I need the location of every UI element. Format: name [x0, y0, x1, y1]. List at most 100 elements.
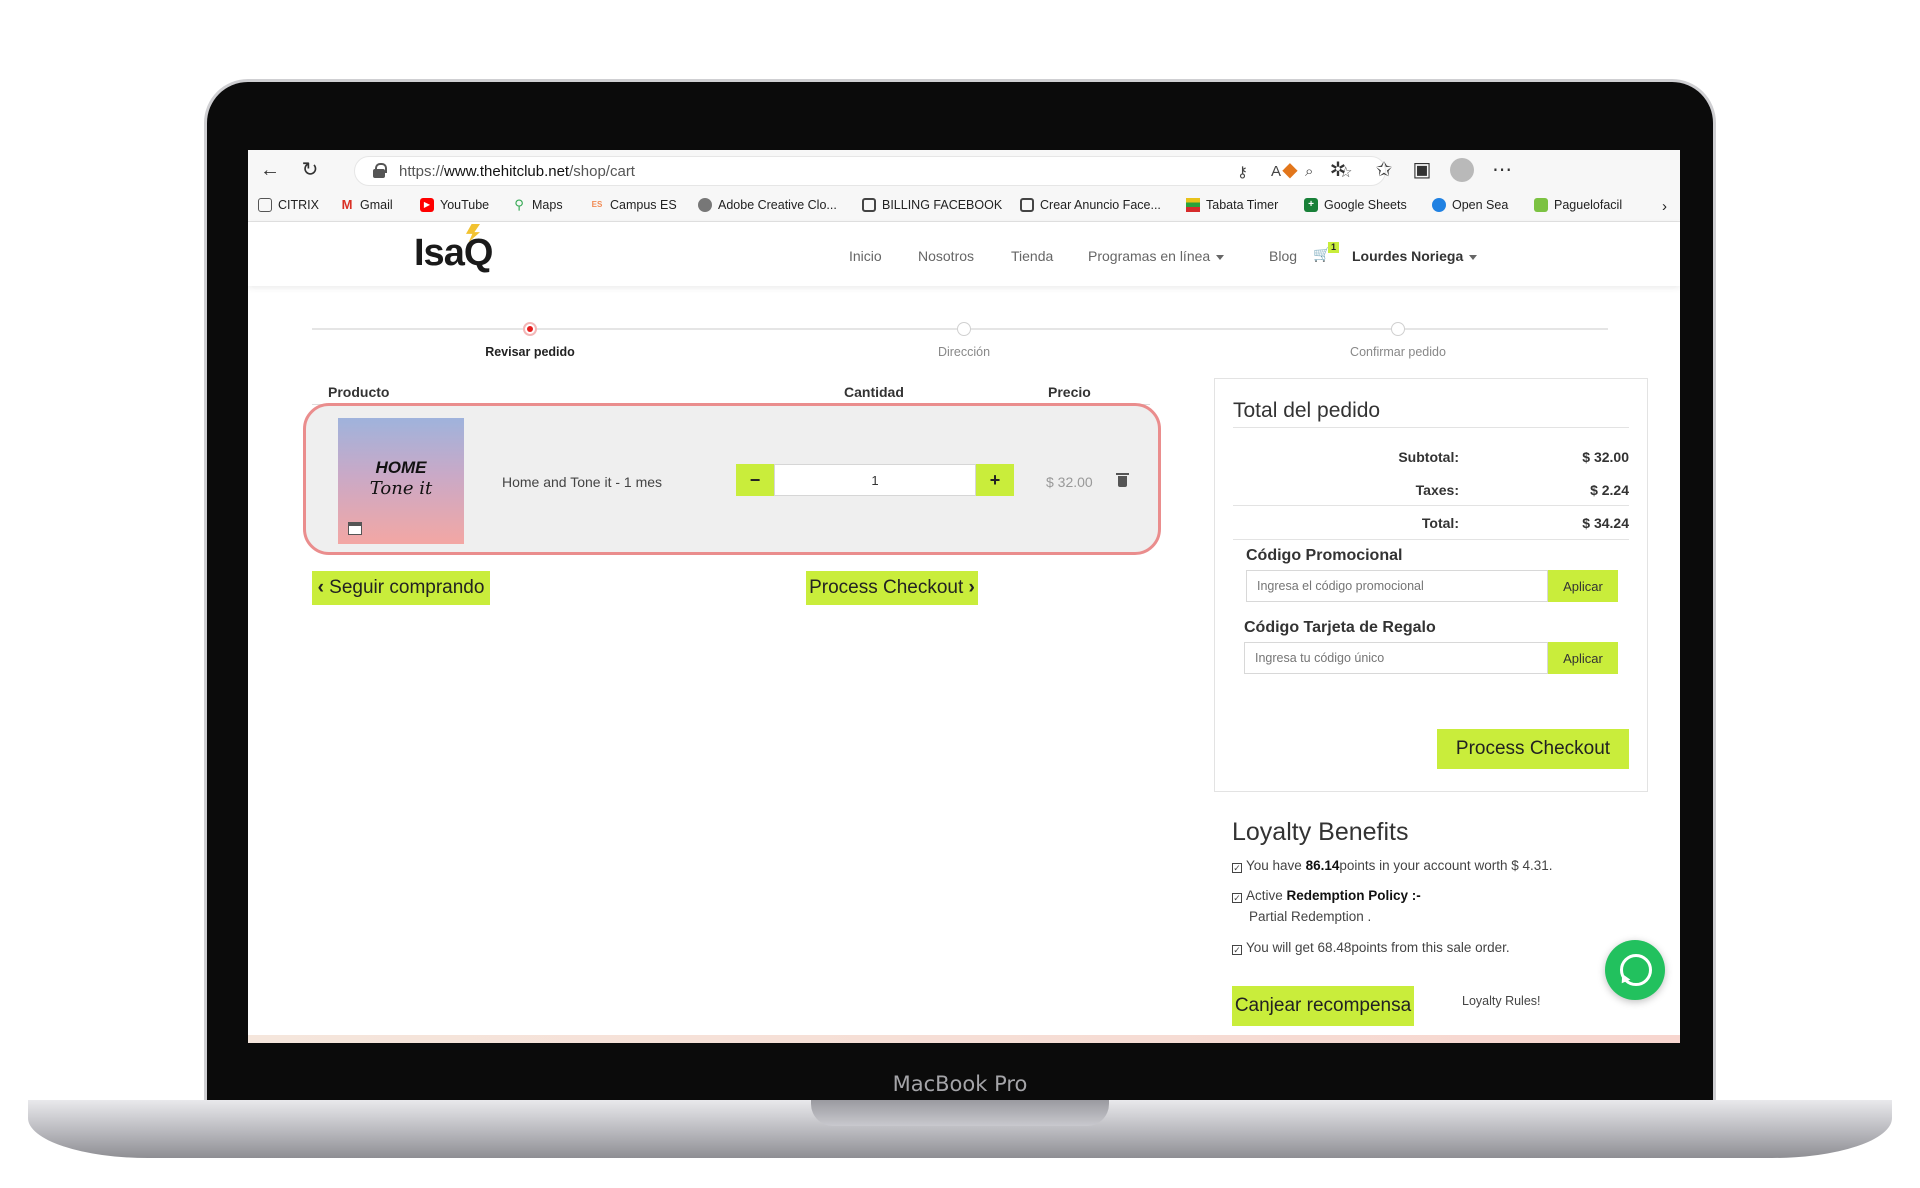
promo-code-input[interactable]: [1246, 570, 1548, 602]
profile-avatar-icon[interactable]: [1450, 158, 1474, 182]
promo-code-title: Código Promocional: [1246, 547, 1403, 564]
process-checkout-button[interactable]: Process Checkout ›: [806, 571, 978, 605]
site-header: IsaQ Inicio Nosotros Tienda Programas en…: [248, 222, 1680, 286]
extensions-icon[interactable]: ✲: [1326, 158, 1350, 182]
billing-icon: [862, 198, 876, 212]
zoom-icon[interactable]: ⌕: [1305, 163, 1313, 180]
device-label: MacBook Pro: [892, 1072, 1028, 1096]
process-checkout-label: Process Checkout: [809, 577, 964, 598]
step-dot-review: [523, 322, 537, 336]
loyalty-rules-link[interactable]: Loyalty Rules!: [1462, 994, 1541, 1008]
opensea-icon: [1432, 198, 1446, 212]
checkbox-icon: ✓: [1232, 945, 1242, 955]
page-bottom-strip: [248, 1035, 1680, 1043]
item-price: $ 32.00: [1046, 474, 1093, 490]
product-image[interactable]: HOME Tone it: [338, 418, 464, 544]
nav-programas[interactable]: Programas en línea: [1088, 248, 1225, 264]
user-menu[interactable]: Lourdes Noriega: [1352, 248, 1478, 264]
chevron-left-icon: ‹: [317, 577, 330, 598]
bookmarks-more-chevron-icon[interactable]: ›: [1662, 198, 1667, 215]
step-dot-address: [957, 322, 971, 336]
campus-icon: ES: [591, 200, 603, 209]
nav-programas-label: Programas en línea: [1088, 248, 1211, 264]
adobe-icon: [698, 198, 712, 212]
total-value: $ 34.24: [1582, 515, 1629, 531]
column-header-product: Producto: [328, 384, 390, 400]
browser-nav-row: ← ↻ https://www.thehitclub.net/shop/cart…: [248, 150, 1680, 190]
redeem-reward-button[interactable]: Canjear recompensa: [1232, 986, 1414, 1026]
cart-count-badge: 1: [1328, 242, 1339, 253]
timer-icon: [1186, 198, 1200, 212]
column-header-price: Precio: [1048, 384, 1091, 400]
gift-card-input[interactable]: [1244, 642, 1548, 674]
more-menu-icon[interactable]: ⋯: [1490, 158, 1514, 182]
bookmark-item[interactable]: + Google Sheets: [1304, 198, 1407, 212]
nav-nosotros[interactable]: Nosotros: [918, 248, 974, 264]
bookmark-item[interactable]: Adobe Creative Clo...: [698, 198, 837, 212]
reload-icon[interactable]: ↻: [298, 158, 322, 182]
divider: [1233, 427, 1629, 428]
trash-icon[interactable]: [1116, 473, 1129, 487]
divider: [1233, 505, 1629, 506]
column-header-quantity: Cantidad: [844, 384, 904, 400]
whatsapp-icon[interactable]: [1605, 940, 1665, 1000]
summary-process-checkout-button[interactable]: Process Checkout: [1437, 729, 1629, 769]
ad-icon: [1020, 198, 1034, 212]
continue-shopping-button[interactable]: ‹ Seguir comprando: [312, 571, 490, 605]
bookmark-item[interactable]: Tabata Timer: [1186, 198, 1278, 212]
step-label-review: Revisar pedido: [485, 345, 575, 359]
url-text: https://www.thehitclub.net/shop/cart: [399, 163, 635, 180]
site-logo[interactable]: IsaQ: [414, 232, 493, 275]
loyalty-earn-line: ✓ You will get 68.48points from this sale…: [1232, 940, 1510, 955]
gmail-icon: M: [341, 197, 353, 212]
order-summary-card: Total del pedido Subtotal: $ 32.00 Taxes…: [1214, 378, 1648, 792]
continue-shopping-label: Seguir comprando: [329, 577, 485, 598]
quantity-decrease-button[interactable]: −: [736, 464, 774, 496]
taxes-label: Taxes:: [1415, 482, 1459, 498]
apply-promo-button[interactable]: Aplicar: [1548, 570, 1618, 602]
bookmark-item[interactable]: Paguelofacil: [1534, 198, 1622, 212]
bookmark-item[interactable]: ⚲ Maps: [512, 197, 562, 213]
laptop-notch: [811, 1100, 1109, 1126]
step-dot-confirm: [1391, 322, 1405, 336]
product-image-subtitle: Tone it: [369, 478, 433, 499]
maps-icon: ⚲: [514, 197, 524, 212]
key-icon[interactable]: ⚷: [1237, 163, 1248, 181]
loyalty-points-line: ✓ You have 86.14points in your account wo…: [1232, 858, 1553, 873]
chevron-down-icon: [1216, 254, 1225, 260]
metamask-icon[interactable]: ◆: [1278, 158, 1302, 182]
back-arrow-icon[interactable]: ←: [258, 158, 282, 182]
paguelofacil-icon: [1534, 198, 1548, 212]
favorites-icon[interactable]: ✩: [1372, 158, 1396, 182]
product-name[interactable]: Home and Tone it - 1 mes: [502, 474, 662, 490]
subtotal-label: Subtotal:: [1398, 449, 1459, 465]
quantity-input[interactable]: [774, 464, 976, 496]
step-label-confirm: Confirmar pedido: [1350, 345, 1446, 359]
collections-icon[interactable]: ▣: [1410, 158, 1434, 182]
nav-blog[interactable]: Blog: [1269, 248, 1297, 264]
divider: [1233, 539, 1629, 540]
screen: ← ↻ https://www.thehitclub.net/shop/cart…: [248, 150, 1680, 1043]
bookmark-item[interactable]: ES Campus ES: [590, 198, 677, 212]
taxes-value: $ 2.24: [1590, 482, 1629, 498]
nav-tienda[interactable]: Tienda: [1011, 248, 1053, 264]
step-label-address: Dirección: [937, 345, 991, 359]
apply-gift-button[interactable]: Aplicar: [1548, 642, 1618, 674]
bookmark-item[interactable]: Open Sea: [1432, 198, 1508, 212]
chevron-down-icon: [1469, 254, 1478, 260]
address-bar[interactable]: https://www.thehitclub.net/shop/cart ⚷ A…: [354, 156, 1386, 186]
youtube-icon: ▶: [420, 198, 434, 212]
bookmark-item[interactable]: CITRIX: [258, 198, 319, 212]
subtotal-value: $ 32.00: [1582, 449, 1629, 465]
bookmark-item[interactable]: BILLING FACEBOOK: [862, 198, 1002, 212]
bookmark-item[interactable]: M Gmail: [340, 197, 393, 213]
loyalty-policy-detail: Partial Redemption .: [1249, 909, 1372, 924]
bookmark-item[interactable]: ▶ YouTube: [420, 198, 489, 212]
user-name: Lourdes Noriega: [1352, 248, 1464, 264]
bookmark-item[interactable]: Crear Anuncio Face...: [1020, 198, 1161, 212]
browser-chrome: ← ↻ https://www.thehitclub.net/shop/cart…: [248, 150, 1680, 222]
calendar-icon: [348, 522, 362, 535]
quantity-increase-button[interactable]: +: [976, 464, 1014, 496]
stage: MacBook Pro ← ↻ https://www.thehitclub.n…: [0, 0, 1920, 1188]
nav-inicio[interactable]: Inicio: [849, 248, 882, 264]
